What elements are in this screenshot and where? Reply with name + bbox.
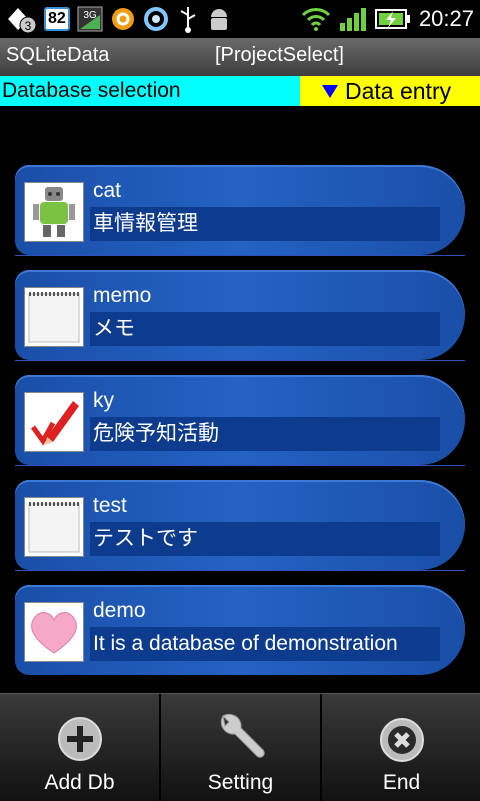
status-bar: 3 82 3G 20:27	[0, 0, 480, 38]
screen-name: [ProjectSelect]	[215, 44, 344, 66]
notification-icon: 3	[4, 4, 38, 34]
cell-signal-icon	[339, 7, 367, 31]
database-description: メモ	[90, 312, 440, 346]
list-item[interactable]: cat 車情報管理	[15, 165, 465, 255]
plus-circle-icon	[57, 716, 103, 766]
app-name: SQLiteData	[6, 44, 110, 66]
close-circle-icon	[378, 716, 426, 768]
add-db-label: Add Db	[44, 771, 115, 794]
database-name: test	[93, 494, 127, 517]
setting-label: Setting	[207, 771, 274, 794]
data-entry-label: Data entry	[345, 78, 452, 104]
database-description: テストです	[90, 522, 440, 556]
database-selection-tab[interactable]: Database selection	[0, 76, 300, 106]
database-description: 危険予知活動	[90, 417, 440, 451]
usb-icon	[176, 5, 200, 33]
database-description: 車情報管理	[90, 207, 440, 241]
orange-app-icon	[110, 6, 136, 32]
clock: 20:27	[418, 6, 474, 31]
pencil-check-icon	[24, 392, 84, 452]
status-bar-left: 3 82 3G	[4, 4, 232, 34]
database-name: demo	[93, 599, 146, 622]
divider	[15, 465, 465, 466]
android-debug-icon	[206, 5, 232, 33]
database-description: It is a database of demonstration	[90, 627, 440, 661]
add-db-button[interactable]: Add Db	[0, 694, 159, 801]
triangle-down-icon	[322, 85, 338, 98]
setting-button[interactable]: Setting	[161, 694, 320, 801]
mode-bar: Database selection Data entry	[0, 76, 480, 106]
list-item[interactable]: test テストです	[15, 480, 465, 570]
database-name: memo	[93, 284, 152, 307]
bottom-bar: Add Db Setting End	[0, 693, 480, 801]
heart-icon	[24, 602, 84, 662]
list-item[interactable]: memo メモ	[15, 270, 465, 360]
list-item[interactable]: ky 危険予知活動	[15, 375, 465, 465]
robot-icon	[24, 182, 84, 242]
notepad-icon	[24, 497, 84, 557]
list-item[interactable]: demo It is a database of demonstration	[15, 585, 465, 675]
wifi-icon	[301, 6, 331, 32]
database-name: cat	[93, 179, 122, 202]
battery-charging-icon	[374, 8, 411, 30]
wrench-icon	[213, 708, 269, 768]
status-bar-right: 20:27	[301, 4, 474, 34]
database-name: ky	[93, 389, 114, 412]
3g-signal-icon: 3G	[76, 5, 104, 33]
divider	[15, 570, 465, 571]
svg-text:3: 3	[25, 19, 32, 33]
data-entry-tab[interactable]: Data entry	[300, 76, 480, 106]
battery-level-icon: 82	[44, 7, 70, 31]
sync-icon	[142, 5, 170, 33]
divider	[15, 255, 465, 256]
title-bar: SQLiteData [ProjectSelect]	[0, 38, 480, 76]
end-label: End	[382, 771, 421, 794]
divider	[15, 360, 465, 361]
notepad-icon	[24, 287, 84, 347]
end-button[interactable]: End	[322, 694, 480, 801]
